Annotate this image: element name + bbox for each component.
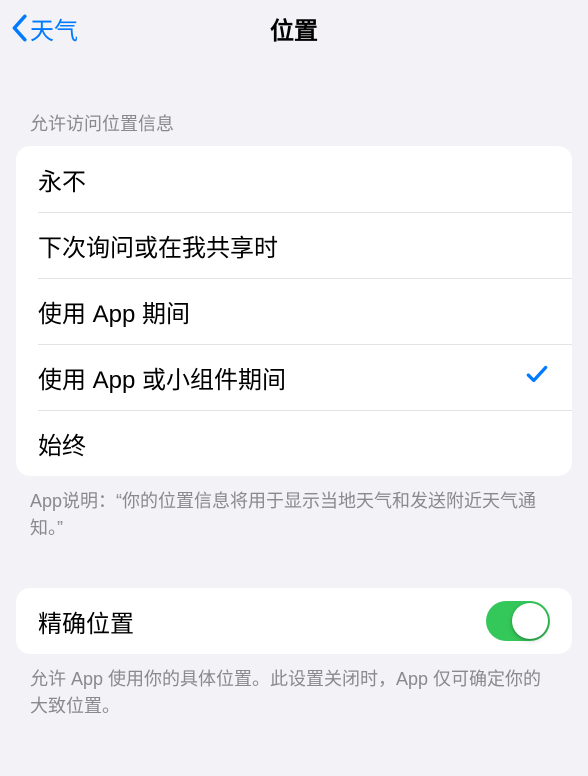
access-section-header: 允许访问位置信息: [0, 56, 588, 146]
precise-location-group: 精确位置: [16, 588, 572, 654]
access-option-label: 始终: [38, 426, 86, 461]
nav-bar: 天气 位置: [0, 0, 588, 56]
access-option-label: 永不: [38, 162, 86, 197]
back-label: 天气: [30, 11, 78, 46]
access-option-while-using-app-or-widgets[interactable]: 使用 App 或小组件期间: [16, 344, 572, 410]
access-option-always[interactable]: 始终: [16, 410, 572, 476]
toggle-knob: [512, 603, 548, 639]
precise-location-toggle[interactable]: [486, 601, 550, 641]
page-title: 位置: [0, 11, 588, 46]
access-option-label: 下次询问或在我共享时: [38, 228, 278, 263]
precise-location-row[interactable]: 精确位置: [16, 588, 572, 654]
access-option-never[interactable]: 永不: [16, 146, 572, 212]
access-section-footer: App说明：“你的位置信息将用于显示当地天气和发送附近天气通知。”: [0, 476, 588, 542]
back-button[interactable]: 天气: [0, 11, 78, 46]
checkmark-icon: [524, 361, 550, 394]
chevron-left-icon: [10, 14, 28, 42]
access-option-label: 使用 App 期间: [38, 294, 190, 329]
precise-section-footer: 允许 App 使用你的具体位置。此设置关闭时，App 仅可确定你的大致位置。: [0, 654, 588, 720]
access-option-ask-next-time[interactable]: 下次询问或在我共享时: [16, 212, 572, 278]
access-options-group: 永不 下次询问或在我共享时 使用 App 期间 使用 App 或小组件期间 始终: [16, 146, 572, 476]
access-option-while-using-app[interactable]: 使用 App 期间: [16, 278, 572, 344]
access-option-label: 使用 App 或小组件期间: [38, 360, 286, 395]
precise-location-label: 精确位置: [38, 604, 134, 639]
